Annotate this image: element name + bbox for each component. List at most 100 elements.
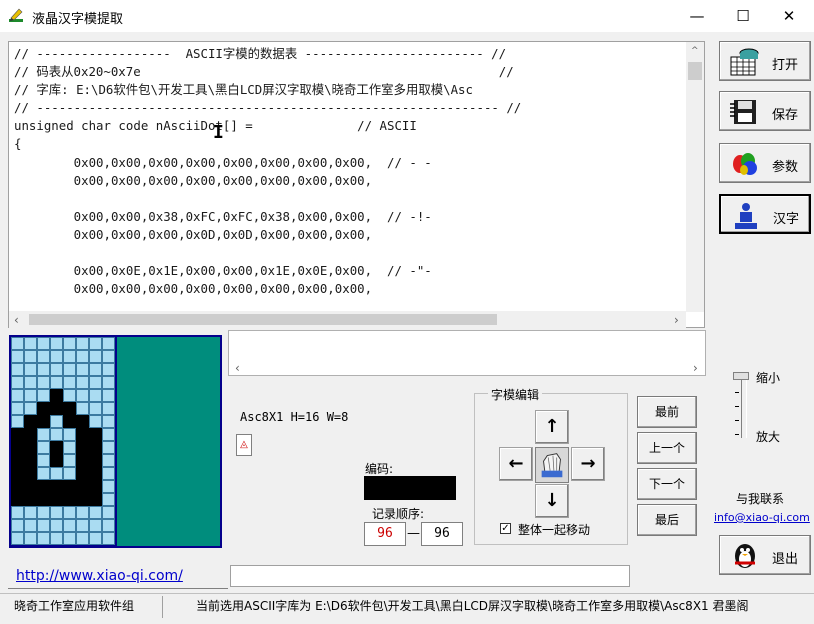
preview-scroll-left-icon[interactable]: ‹ bbox=[235, 361, 240, 375]
save-button[interactable]: 保存 bbox=[719, 91, 811, 131]
glyph-cell[interactable] bbox=[11, 493, 24, 506]
glyph-cell[interactable] bbox=[102, 389, 115, 402]
glyph-cell[interactable] bbox=[11, 467, 24, 480]
prev-button[interactable]: 上一个 bbox=[637, 432, 697, 464]
glyph-cell[interactable] bbox=[102, 532, 115, 545]
glyph-cell[interactable] bbox=[24, 519, 37, 532]
glyph-cell[interactable] bbox=[89, 402, 102, 415]
glyph-cell[interactable] bbox=[37, 337, 50, 350]
glyph-cell[interactable] bbox=[89, 519, 102, 532]
glyph-cell[interactable] bbox=[76, 454, 89, 467]
glyph-cell[interactable] bbox=[76, 415, 89, 428]
params-button[interactable]: 参数 bbox=[719, 143, 811, 183]
glyph-cell[interactable] bbox=[63, 350, 76, 363]
glyph-cell[interactable] bbox=[102, 402, 115, 415]
maximize-button[interactable]: ☐ bbox=[720, 0, 766, 32]
glyph-cell[interactable] bbox=[89, 493, 102, 506]
order-to-field[interactable]: 96 bbox=[421, 522, 463, 546]
glyph-cell[interactable] bbox=[50, 506, 63, 519]
glyph-cell[interactable] bbox=[102, 441, 115, 454]
zoom-slider-track[interactable] bbox=[741, 378, 747, 438]
glyph-cell[interactable] bbox=[24, 480, 37, 493]
glyph-cell[interactable] bbox=[63, 402, 76, 415]
close-button[interactable]: ✕ bbox=[766, 0, 812, 32]
glyph-cell[interactable] bbox=[24, 415, 37, 428]
glyph-cell[interactable] bbox=[24, 337, 37, 350]
glyph-grid[interactable] bbox=[11, 337, 116, 546]
glyph-cell[interactable] bbox=[37, 467, 50, 480]
order-from-field[interactable]: 96 bbox=[364, 522, 406, 546]
glyph-cell[interactable] bbox=[11, 337, 24, 350]
contact-email-link[interactable]: info@xiao-qi.com bbox=[714, 511, 810, 524]
glyph-cell[interactable] bbox=[102, 337, 115, 350]
glyph-cell[interactable] bbox=[63, 441, 76, 454]
vertical-scroll-thumb[interactable] bbox=[688, 62, 702, 80]
minimize-button[interactable]: — bbox=[674, 0, 720, 32]
glyph-cell[interactable] bbox=[37, 350, 50, 363]
glyph-cell[interactable] bbox=[76, 363, 89, 376]
mini-glyph-icon[interactable]: ◬ bbox=[236, 434, 252, 456]
glyph-cell[interactable] bbox=[37, 402, 50, 415]
glyph-cell[interactable] bbox=[24, 389, 37, 402]
scroll-up-icon[interactable]: ^ bbox=[691, 46, 699, 56]
glyph-cell[interactable] bbox=[63, 519, 76, 532]
glyph-cell[interactable] bbox=[76, 376, 89, 389]
glyph-cell[interactable] bbox=[24, 467, 37, 480]
glyph-cell[interactable] bbox=[37, 415, 50, 428]
glyph-cell[interactable] bbox=[76, 389, 89, 402]
glyph-cell[interactable] bbox=[50, 519, 63, 532]
glyph-cell[interactable] bbox=[76, 519, 89, 532]
horizontal-scrollbar[interactable]: ‹ › bbox=[9, 311, 686, 328]
glyph-cell[interactable] bbox=[50, 532, 63, 545]
glyph-cell[interactable] bbox=[102, 480, 115, 493]
glyph-cell[interactable] bbox=[89, 415, 102, 428]
glyph-cell[interactable] bbox=[37, 519, 50, 532]
glyph-cell[interactable] bbox=[37, 441, 50, 454]
glyph-cell[interactable] bbox=[102, 376, 115, 389]
glyph-cell[interactable] bbox=[11, 363, 24, 376]
glyph-cell[interactable] bbox=[89, 389, 102, 402]
glyph-cell[interactable] bbox=[76, 337, 89, 350]
glyph-cell[interactable] bbox=[11, 402, 24, 415]
glyph-cell[interactable] bbox=[50, 389, 63, 402]
glyph-cell[interactable] bbox=[89, 376, 102, 389]
glyph-cell[interactable] bbox=[63, 493, 76, 506]
zoom-slider-thumb[interactable] bbox=[733, 372, 749, 380]
glyph-cell[interactable] bbox=[102, 519, 115, 532]
glyph-cell[interactable] bbox=[11, 350, 24, 363]
glyph-cell[interactable] bbox=[63, 506, 76, 519]
glyph-cell[interactable] bbox=[63, 389, 76, 402]
bottom-input[interactable] bbox=[230, 565, 630, 587]
encoding-field[interactable] bbox=[364, 476, 456, 500]
glyph-panel[interactable] bbox=[9, 335, 222, 548]
glyph-cell[interactable] bbox=[37, 428, 50, 441]
glyph-cell[interactable] bbox=[76, 350, 89, 363]
glyph-cell[interactable] bbox=[50, 480, 63, 493]
glyph-cell[interactable] bbox=[102, 493, 115, 506]
glyph-cell[interactable] bbox=[37, 363, 50, 376]
glyph-cell[interactable] bbox=[11, 506, 24, 519]
glyph-cell[interactable] bbox=[76, 467, 89, 480]
move-all-checkbox[interactable]: ✓ bbox=[500, 523, 511, 534]
glyph-cell[interactable] bbox=[11, 376, 24, 389]
scroll-right-icon[interactable]: › bbox=[674, 313, 679, 327]
glyph-cell[interactable] bbox=[24, 350, 37, 363]
glyph-cell[interactable] bbox=[50, 441, 63, 454]
glyph-cell[interactable] bbox=[63, 363, 76, 376]
code-text[interactable]: // ------------------ ASCII字模的数据表 ------… bbox=[14, 45, 686, 313]
glyph-cell[interactable] bbox=[11, 428, 24, 441]
glyph-cell[interactable] bbox=[89, 363, 102, 376]
glyph-cell[interactable] bbox=[50, 454, 63, 467]
glyph-cell[interactable] bbox=[37, 376, 50, 389]
glyph-cell[interactable] bbox=[76, 532, 89, 545]
glyph-cell[interactable] bbox=[37, 506, 50, 519]
glyph-cell[interactable] bbox=[102, 363, 115, 376]
glyph-cell[interactable] bbox=[102, 454, 115, 467]
next-button[interactable]: 下一个 bbox=[637, 468, 697, 500]
glyph-cell[interactable] bbox=[37, 532, 50, 545]
glyph-cell[interactable] bbox=[63, 454, 76, 467]
glyph-cell[interactable] bbox=[89, 441, 102, 454]
glyph-cell[interactable] bbox=[76, 506, 89, 519]
glyph-cell[interactable] bbox=[11, 532, 24, 545]
glyph-cell[interactable] bbox=[63, 480, 76, 493]
